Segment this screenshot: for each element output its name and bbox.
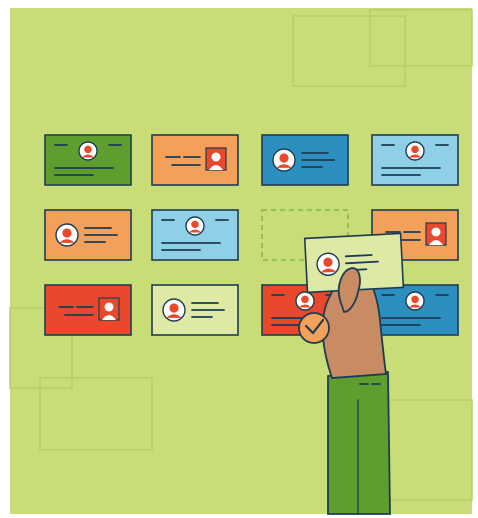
person-avatar-icon — [295, 291, 315, 311]
card-r1c2[interactable] — [151, 134, 239, 186]
card-r3c2[interactable] — [151, 284, 239, 336]
person-avatar-icon — [405, 141, 425, 161]
sleeve — [327, 371, 391, 515]
person-avatar-icon — [405, 291, 425, 311]
card-r1c3[interactable] — [261, 134, 349, 186]
person-avatar-icon — [55, 223, 79, 247]
card-r1c4[interactable] — [371, 134, 459, 186]
card-r3c4[interactable] — [371, 284, 459, 336]
card-r2c2[interactable] — [151, 209, 239, 261]
person-avatar-icon — [78, 141, 98, 161]
person-avatar-icon — [185, 216, 205, 236]
person-photo-icon — [98, 297, 120, 321]
card-sorting-illustration — [9, 8, 473, 515]
card-r3c1[interactable] — [44, 284, 132, 336]
card-r1c1[interactable] — [44, 134, 132, 186]
card-r2c1[interactable] — [44, 209, 132, 261]
person-avatar-icon — [272, 148, 296, 172]
person-photo-icon — [205, 147, 227, 171]
person-avatar-icon — [316, 252, 340, 276]
person-photo-icon — [425, 222, 447, 246]
person-avatar-icon — [162, 298, 186, 322]
check-badge-icon — [298, 312, 330, 344]
illustration — [0, 0, 478, 518]
